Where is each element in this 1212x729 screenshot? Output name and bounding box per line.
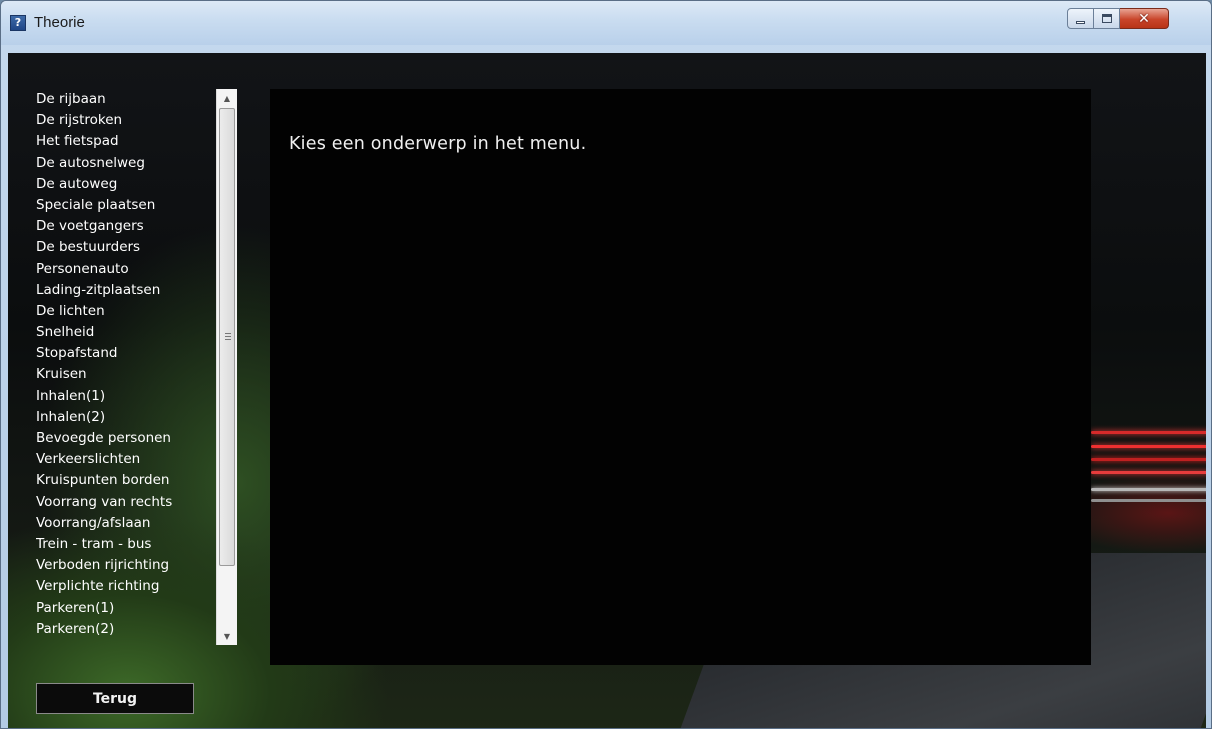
content-message: Kies een onderwerp in het menu. [289,134,587,154]
menu-item[interactable]: Verboden rijrichting [36,555,216,576]
content-panel: Kies een onderwerp in het menu. [270,89,1091,665]
menu-item[interactable]: Verplichte richting [36,576,216,597]
scroll-down-button[interactable]: ▼ [217,627,237,645]
maximize-icon [1101,14,1112,23]
menu-item[interactable]: Stopafstand [36,343,216,364]
menu-item[interactable]: Kruispunten borden [36,470,216,491]
help-icon[interactable]: ? [10,15,26,31]
menu-item[interactable]: De lichten [36,301,216,322]
light-trail [1091,458,1206,461]
maximize-button[interactable] [1094,8,1120,29]
menu-item[interactable]: Snelheid [36,322,216,343]
minimize-icon [1076,21,1085,24]
app-window: ? Theorie ✕ De rijbaan De rijstroken Het f… [0,0,1212,729]
menu-item[interactable]: Speciale plaatsen [36,195,216,216]
menu-item[interactable]: Trein - tram - bus [36,534,216,555]
close-icon: ✕ [1138,10,1150,27]
menu-item[interactable]: De autoweg [36,174,216,195]
topic-menu: De rijbaan De rijstroken Het fietspad De au… [36,89,237,645]
light-trail [1091,431,1206,434]
menu-item[interactable]: Bevoegde personen [36,428,216,449]
minimize-button[interactable] [1067,8,1094,29]
menu-item[interactable]: Voorrang/afslaan [36,513,216,534]
window-title: Theorie [34,14,85,31]
menu-item[interactable]: Parkeren(2) [36,619,216,640]
close-button[interactable]: ✕ [1120,8,1169,29]
topic-list[interactable]: De rijbaan De rijstroken Het fietspad De au… [36,89,216,645]
menu-item[interactable]: De rijbaan [36,89,216,110]
menu-item[interactable]: Kruisen [36,364,216,385]
menu-item[interactable]: De autosnelweg [36,153,216,174]
light-trail [1091,445,1206,448]
back-button[interactable]: Terug [36,683,194,714]
menu-item[interactable]: Personenauto [36,259,216,280]
menu-item[interactable]: De voetgangers [36,216,216,237]
light-trail [1091,499,1206,502]
menu-item[interactable]: Lading-zitplaatsen [36,280,216,301]
menu-item[interactable]: Verkeerslichten [36,449,216,470]
chevron-up-icon: ▲ [223,93,231,103]
background-scene: De rijbaan De rijstroken Het fietspad De au… [8,53,1206,728]
title-bar[interactable]: ? Theorie ✕ [1,1,1211,45]
menu-item[interactable]: Voorrang van rechts [36,492,216,513]
menu-item[interactable]: De rijstroken [36,110,216,131]
menu-item[interactable]: De bestuurders [36,237,216,258]
light-trail [1091,488,1206,491]
chevron-down-icon: ▼ [223,631,231,641]
menu-item[interactable]: Inhalen(2) [36,407,216,428]
grip-icon [225,333,231,340]
menu-scrollbar[interactable]: ▲ ▼ [216,89,237,645]
menu-item[interactable]: Parkeren(1) [36,598,216,619]
menu-item[interactable]: Inhalen(1) [36,386,216,407]
scroll-up-button[interactable]: ▲ [217,89,237,107]
light-trail [1091,471,1206,474]
scroll-thumb[interactable] [219,108,235,566]
menu-item[interactable]: Het fietspad [36,131,216,152]
